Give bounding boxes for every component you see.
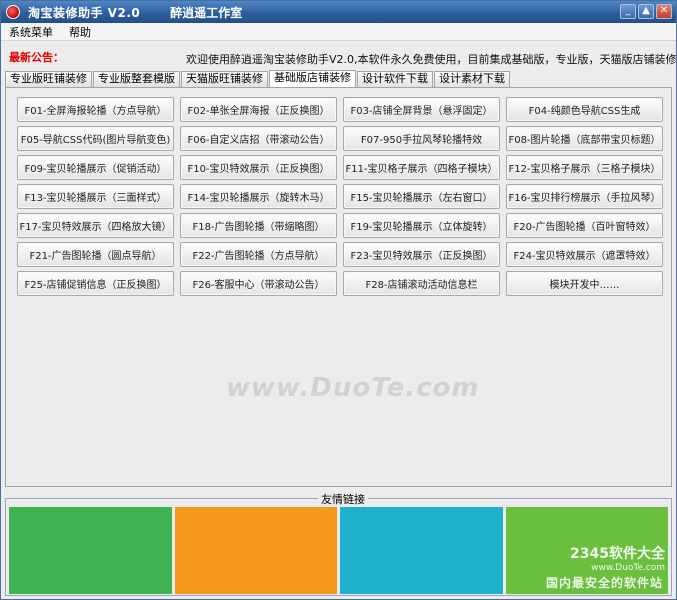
close-icon[interactable]: ✕ [656, 4, 672, 19]
app-window: 淘宝装修助手 V2.0 醉逍遥工作室 _ ▲ ✕ 系统菜单 帮助 最新公告： 欢… [0, 0, 677, 600]
feature-button[interactable]: F19-宝贝轮播展示（立体旋转） [343, 213, 500, 238]
feature-button[interactable]: F12-宝贝格子展示（三格子模块） [506, 155, 663, 180]
feature-button[interactable]: F04-纯颜色导航CSS生成 [506, 97, 663, 122]
feature-button[interactable]: F22-广告图轮播（方点导航） [180, 242, 337, 267]
feature-button[interactable]: F05-导航CSS代码(图片导航变色) [17, 126, 174, 151]
menu-system[interactable]: 系统菜单 [7, 24, 55, 40]
notice-label: 最新公告： [9, 51, 64, 64]
friend-link-tile[interactable] [174, 507, 337, 594]
tab-4[interactable]: 基础版店铺装修 [269, 70, 356, 87]
feature-button[interactable]: F07-950手拉风琴轮播特效 [343, 126, 500, 151]
feature-button[interactable]: F21-广告图轮播（圆点导航） [17, 242, 174, 267]
feature-button[interactable]: F11-宝贝格子展示（四格子模块） [343, 155, 500, 180]
tab-panel-basic: F01-全屏海报轮播（方点导航） F02-单张全屏海报（正反换图） F03-店铺全屏… [5, 87, 672, 487]
watermark: www.DuoTe.com [226, 373, 480, 403]
corner-slogan: 国内最安全的软件站 [545, 576, 663, 590]
maximize-icon[interactable]: ▲ [638, 4, 654, 19]
feature-button[interactable]: F28-店铺滚动活动信息栏 [343, 271, 500, 296]
tab-2[interactable]: 专业版整套模版 [93, 71, 180, 87]
feature-button[interactable]: F16-宝贝排行榜展示（手拉风琴） [506, 184, 663, 209]
notice-row: 最新公告： 欢迎使用醉逍遥淘宝装修助手V2.0,本软件永久免费使用，目前集成基础… [1, 45, 676, 69]
corner-logo: 2345软件大全 www.DuoTe.com [570, 543, 665, 573]
feature-button[interactable]: F01-全屏海报轮播（方点导航） [17, 97, 174, 122]
feature-button[interactable]: F20-广告图轮播（百叶窗特效） [506, 213, 663, 238]
feature-button[interactable]: F25-店铺促销信息（正反换图） [17, 271, 174, 296]
feature-button[interactable]: F26-客服中心（带滚动公告） [180, 271, 337, 296]
feature-button[interactable]: F06-自定义店招（带滚动公告） [180, 126, 337, 151]
feature-button[interactable]: F23-宝贝特效展示（正反换图） [343, 242, 500, 267]
friend-links-box: 友情链接 2345软件大全 www.DuoTe.com 国内最安全的软件站 [5, 491, 672, 596]
minimize-icon[interactable]: _ [620, 4, 636, 19]
tab-strip: 专业版旺铺装修 专业版整套模版 天猫版旺铺装修 基础版店铺装修 设计软件下载 设计素材下载 [5, 70, 510, 88]
feature-button[interactable]: F17-宝贝特效展示（四格放大镜） [17, 213, 174, 238]
corner-logo-text: 2345软件大全 [570, 546, 665, 562]
notice-marquee: 欢迎使用醉逍遥淘宝装修助手V2.0,本软件永久免费使用，目前集成基础版，专业版，… [186, 53, 676, 66]
feature-button[interactable]: F13-宝贝轮播展示（三面样式） [17, 184, 174, 209]
feature-button[interactable]: F08-图片轮播（底部带宝贝标题） [506, 126, 663, 151]
feature-button[interactable]: F02-单张全屏海报（正反换图） [180, 97, 337, 122]
menu-help[interactable]: 帮助 [67, 24, 93, 40]
feature-button[interactable]: F24-宝贝特效展示（遮罩特效） [506, 242, 663, 267]
tab-6[interactable]: 设计素材下载 [434, 71, 510, 87]
corner-logo-url: www.DuoTe.com [591, 563, 665, 573]
feature-button[interactable]: 模块开发中…… [506, 271, 663, 296]
window-subtitle: 醉逍遥工作室 [170, 5, 243, 20]
feature-button[interactable]: F15-宝贝轮播展示（左右窗口） [343, 184, 500, 209]
feature-button[interactable]: F18-广告图轮播（带缩略图） [180, 213, 337, 238]
window-controls: _ ▲ ✕ [620, 4, 672, 19]
menu-bar: 系统菜单 帮助 [1, 23, 676, 41]
friend-link-tile[interactable] [340, 507, 503, 594]
app-logo-icon [6, 5, 20, 19]
title-bar[interactable]: 淘宝装修助手 V2.0 醉逍遥工作室 _ ▲ ✕ [1, 1, 676, 23]
friend-links-title: 友情链接 [318, 491, 368, 507]
tab-1[interactable]: 专业版旺铺装修 [5, 71, 92, 87]
feature-button-grid: F01-全屏海报轮播（方点导航） F02-单张全屏海报（正反换图） F03-店铺全屏… [17, 97, 663, 296]
feature-button[interactable]: F03-店铺全屏背景（悬浮固定） [343, 97, 500, 122]
feature-button[interactable]: F09-宝贝轮播展示（促销活动） [17, 155, 174, 180]
friend-link-tile[interactable] [9, 507, 172, 594]
tab-5[interactable]: 设计软件下载 [357, 71, 433, 87]
window-title: 淘宝装修助手 V2.0 [28, 5, 141, 20]
feature-button[interactable]: F14-宝贝轮播展示（旋转木马） [180, 184, 337, 209]
tab-3[interactable]: 天猫版旺铺装修 [181, 71, 268, 87]
feature-button[interactable]: F10-宝贝特效展示（正反换图） [180, 155, 337, 180]
